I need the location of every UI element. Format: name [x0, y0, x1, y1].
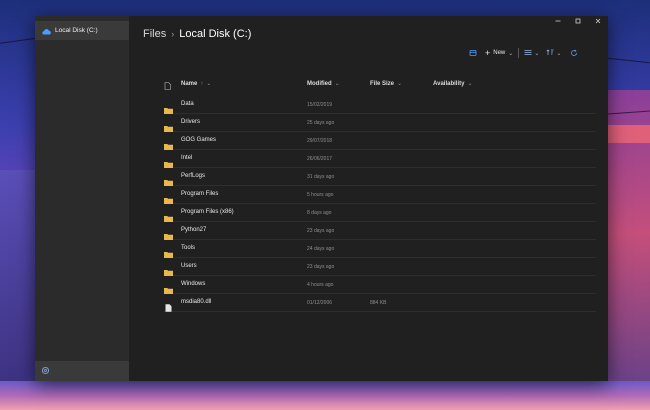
file-modified: 01/12/2006 [307, 300, 333, 306]
folder-icon [164, 101, 173, 114]
column-header-modified[interactable]: Modified ⌄ [307, 80, 340, 88]
sort-ascending-icon: ↑ [200, 80, 204, 87]
file-name: GOG Games [181, 137, 217, 143]
chevron-down-icon: ⌄ [467, 81, 473, 87]
sidebar: Local Disk (C:) [35, 16, 129, 381]
wallpaper-building-left [0, 170, 38, 410]
file-modified: 15/02/2019 [307, 102, 333, 108]
column-header-row: Name ↑ ⌄ Modified ⌄ File Size ⌄ Availabi… [164, 80, 584, 94]
file-modified: 29/07/2018 [307, 138, 333, 144]
file-modified: 23 days ago [307, 264, 335, 270]
table-row[interactable]: Program Files (x86) 8 days ago [164, 204, 596, 222]
folder-icon [164, 263, 173, 276]
minimize-icon[interactable] [551, 18, 565, 26]
folder-icon [164, 281, 173, 294]
column-header-modified-label: Modified [307, 80, 332, 87]
file-name: Users [181, 263, 197, 269]
list-view-icon [524, 49, 532, 58]
table-row[interactable]: Python27 23 days ago [164, 222, 596, 240]
table-row[interactable]: Windows 4 hours ago [164, 276, 596, 294]
file-name: Windows [181, 281, 206, 287]
file-name: Drivers [181, 119, 200, 125]
breadcrumb: Files › Local Disk (C:) [143, 28, 251, 40]
chevron-right-icon: › [171, 29, 175, 39]
folder-icon [164, 173, 173, 186]
settings-gear-icon[interactable] [41, 362, 50, 380]
file-icon [164, 299, 173, 312]
sidebar-item-local-disk[interactable]: Local Disk (C:) [35, 21, 129, 40]
column-header-availability[interactable]: Availability ⌄ [433, 80, 473, 88]
table-row[interactable]: PerfLogs 31 days ago [164, 168, 596, 186]
file-name: PerfLogs [181, 173, 206, 179]
refresh-icon[interactable] [570, 49, 578, 57]
file-name: msdia80.dll [181, 299, 212, 305]
breadcrumb-root[interactable]: Files [143, 28, 166, 40]
file-modified: 24 days ago [307, 246, 335, 252]
files-app-window: Local Disk (C:) Files › Local Disk (C:) [35, 16, 608, 381]
file-modified: 26/06/2017 [307, 156, 333, 162]
file-type-icon [164, 82, 171, 90]
file-modified: 8 days ago [307, 210, 332, 216]
toolbar: + New ⌄ ⌄ ⌄ [469, 46, 599, 60]
file-modified: 4 hours ago [307, 282, 334, 288]
chevron-down-icon: ⌄ [508, 50, 514, 57]
chevron-down-icon: ⌄ [397, 81, 403, 87]
file-size: 884 KB [370, 300, 387, 306]
folder-icon [164, 137, 173, 150]
folder-icon [164, 119, 173, 132]
sidebar-item-label: Local Disk (C:) [55, 27, 98, 34]
folder-icon [164, 209, 173, 222]
file-name: Tools [181, 245, 196, 251]
chevron-down-icon: ⌄ [206, 81, 212, 87]
file-name: Program Files [181, 191, 219, 197]
table-row[interactable]: Tools 24 days ago [164, 240, 596, 258]
chevron-down-icon: ⌄ [534, 50, 540, 57]
file-name: Program Files (x86) [181, 209, 234, 215]
table-row[interactable]: Drivers 25 days ago [164, 114, 596, 132]
main-pane: Files › Local Disk (C:) + New ⌄ ⌄ ⌄ Name… [129, 16, 608, 381]
column-header-name-label: Name [181, 80, 198, 87]
file-modified: 25 days ago [307, 120, 335, 126]
view-options-button[interactable]: ⌄ [524, 49, 539, 58]
column-header-size[interactable]: File Size ⌄ [370, 80, 403, 88]
table-row[interactable]: Intel 26/06/2017 [164, 150, 596, 168]
sidebar-footer [35, 361, 129, 381]
table-row[interactable]: msdia80.dll 01/12/2006 884 KB [164, 294, 596, 312]
column-header-name[interactable]: Name ↑ ⌄ [181, 80, 212, 88]
plus-icon: + [485, 48, 491, 58]
file-name: Python27 [181, 227, 207, 233]
file-name: Data [181, 101, 194, 107]
breadcrumb-current[interactable]: Local Disk (C:) [179, 28, 251, 40]
table-row[interactable]: Users 23 days ago [164, 258, 596, 276]
sort-icon [546, 49, 554, 58]
folder-icon [164, 155, 173, 168]
wallpaper-roof [608, 125, 650, 143]
chevron-down-icon: ⌄ [556, 50, 562, 57]
folder-icon [164, 227, 173, 240]
file-modified: 31 days ago [307, 174, 335, 180]
maximize-icon[interactable] [571, 18, 585, 26]
close-icon[interactable] [591, 18, 605, 26]
cloud-drive-icon [41, 22, 51, 40]
table-row[interactable]: Program Files 5 hours ago [164, 186, 596, 204]
file-list: Data 15/02/2019 Drivers 25 days ago GOG … [164, 96, 596, 312]
layout-icon[interactable] [469, 49, 477, 57]
file-modified: 5 hours ago [307, 192, 334, 198]
table-row[interactable]: GOG Games 29/07/2018 [164, 132, 596, 150]
folder-icon [164, 191, 173, 204]
file-modified: 23 days ago [307, 228, 335, 234]
toolbar-divider [518, 48, 520, 58]
column-header-availability-label: Availability [433, 80, 465, 87]
folder-icon [164, 245, 173, 258]
new-button[interactable]: + New ⌄ [485, 48, 513, 58]
new-button-label: New [493, 50, 506, 56]
table-row[interactable]: Data 15/02/2019 [164, 96, 596, 114]
file-name: Intel [181, 155, 193, 161]
chevron-down-icon: ⌄ [334, 81, 340, 87]
wallpaper-street [0, 381, 650, 410]
column-header-size-label: File Size [370, 80, 395, 87]
sort-button[interactable]: ⌄ [546, 49, 561, 58]
